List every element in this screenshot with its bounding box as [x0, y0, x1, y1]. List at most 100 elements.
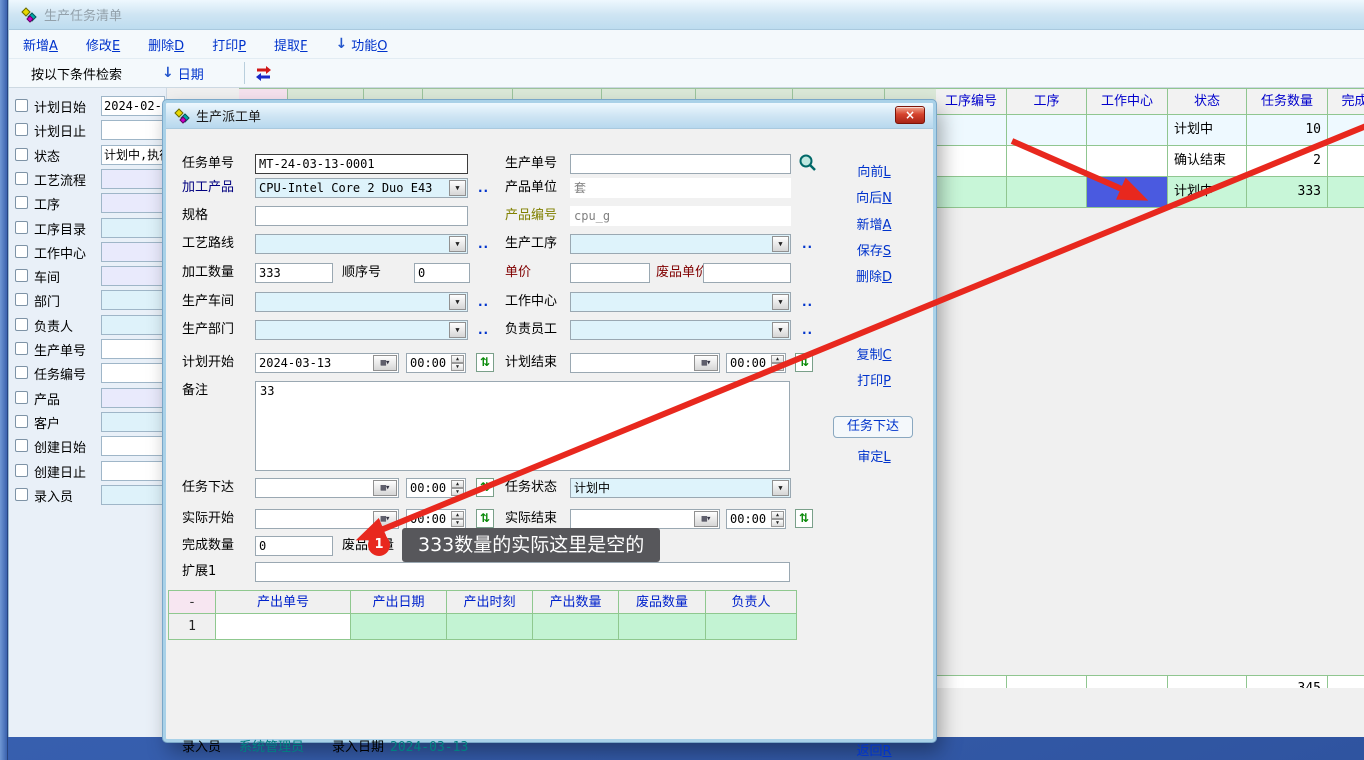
filter-input[interactable]: [101, 169, 165, 189]
task-grid-cell[interactable]: [1087, 115, 1168, 146]
chevron-down-icon[interactable]: ▼: [772, 480, 789, 496]
plan_end-date-picker[interactable]: ▦▾: [570, 353, 720, 373]
task-grid-cell[interactable]: 确认结束: [1168, 146, 1247, 177]
calendar-dropdown-icon[interactable]: ▦▾: [694, 511, 718, 527]
task-grid-cell[interactable]: [936, 146, 1007, 177]
filter-input[interactable]: [101, 218, 165, 238]
filter-checkbox[interactable]: [15, 245, 28, 258]
side-link-9[interactable]: 审定L: [839, 446, 909, 465]
employee-combo[interactable]: ▼: [570, 320, 791, 340]
task-grid-cell[interactable]: 计划中: [1168, 115, 1247, 146]
task-grid-cell[interactable]: [1087, 146, 1168, 177]
refresh-icon[interactable]: ⇅: [476, 353, 494, 372]
close-button[interactable]: ×: [895, 106, 925, 124]
actual_start-time-spinner[interactable]: 00:00▲▼: [406, 509, 466, 529]
remark-textarea[interactable]: 33: [255, 381, 790, 471]
output-row-cell[interactable]: [351, 614, 447, 640]
refresh-icon[interactable]: ⇅: [795, 509, 813, 528]
lookup-dots[interactable]: ..: [478, 320, 489, 340]
filter-input[interactable]: [101, 242, 165, 262]
done_qty-input[interactable]: 0: [255, 536, 333, 556]
chevron-down-icon[interactable]: ▼: [449, 322, 466, 338]
selected-cell[interactable]: [1087, 177, 1168, 208]
filter-checkbox[interactable]: [15, 439, 28, 452]
task-grid-cell[interactable]: [1007, 115, 1087, 146]
route-combo[interactable]: ▼: [255, 234, 468, 254]
spinner-buttons[interactable]: ▲▼: [771, 511, 784, 527]
qty-input[interactable]: 333: [255, 263, 333, 283]
filter-input[interactable]: [101, 363, 165, 383]
task-grid-cell[interactable]: [1007, 177, 1087, 208]
spinner-buttons[interactable]: ▲▼: [451, 511, 464, 527]
task-dispatch-button[interactable]: 任务下达: [833, 416, 913, 438]
output-row-cell[interactable]: [619, 614, 706, 640]
filter-input[interactable]: 计划中,执行中: [101, 145, 165, 165]
filter-input[interactable]: [101, 193, 165, 213]
filter-checkbox[interactable]: [15, 366, 28, 379]
spin-down-icon[interactable]: ▼: [771, 363, 784, 371]
actual_start-date-picker[interactable]: ▦▾: [255, 509, 399, 529]
prod_process-combo[interactable]: ▼: [570, 234, 791, 254]
spin-down-icon[interactable]: ▼: [451, 363, 464, 371]
task-grid-cell[interactable]: [1328, 177, 1364, 208]
filter-input[interactable]: [101, 388, 165, 408]
calendar-dropdown-icon[interactable]: ▦▾: [373, 511, 397, 527]
chevron-down-icon[interactable]: ▼: [449, 294, 466, 310]
spinner-buttons[interactable]: ▲▼: [451, 480, 464, 496]
filter-checkbox[interactable]: [15, 123, 28, 136]
swap-arrows-icon[interactable]: [255, 65, 272, 82]
filter-input[interactable]: [101, 266, 165, 286]
lookup-dots[interactable]: ..: [802, 234, 813, 254]
spin-down-icon[interactable]: ▼: [771, 519, 784, 527]
menu-item[interactable]: ↓功能O: [336, 35, 388, 54]
spin-down-icon[interactable]: ▼: [451, 488, 464, 496]
spinner-buttons[interactable]: ▲▼: [451, 355, 464, 371]
task-grid-cell[interactable]: [936, 115, 1007, 146]
scrap_price-input[interactable]: [703, 263, 791, 283]
task-grid-cell[interactable]: [1328, 115, 1364, 146]
unit-input[interactable]: 套: [570, 178, 791, 198]
ext1-input[interactable]: [255, 562, 790, 582]
side-link-3[interactable]: 新增A: [839, 214, 909, 233]
spinner-buttons[interactable]: ▲▼: [771, 355, 784, 371]
side-link-2[interactable]: 向后N: [839, 187, 909, 206]
filter-input[interactable]: [101, 461, 165, 481]
filter-input[interactable]: [101, 120, 165, 140]
lookup-dots[interactable]: ..: [802, 292, 813, 312]
spin-up-icon[interactable]: ▲: [771, 511, 784, 519]
workshop-combo[interactable]: ▼: [255, 292, 468, 312]
task-grid-cell[interactable]: [1328, 146, 1364, 177]
task-grid-cell[interactable]: 333: [1247, 177, 1328, 208]
menu-item[interactable]: 修改E: [86, 35, 120, 54]
filter-input[interactable]: 2024-02-12: [101, 96, 165, 116]
side-link-7[interactable]: 打印P: [839, 370, 909, 389]
filter-checkbox[interactable]: [15, 464, 28, 477]
menu-item[interactable]: 新增A: [23, 35, 58, 54]
dispatch-time-spinner[interactable]: 00:00▲▼: [406, 478, 466, 498]
actual_end-time-spinner[interactable]: 00:00▲▼: [726, 509, 786, 529]
side-link-4[interactable]: 保存S: [839, 240, 909, 259]
chevron-down-icon[interactable]: ▼: [772, 236, 789, 252]
actual_end-date-picker[interactable]: ▦▾: [570, 509, 720, 529]
task-grid-cell[interactable]: 2: [1247, 146, 1328, 177]
task-grid-cell[interactable]: [936, 177, 1007, 208]
filter-checkbox[interactable]: [15, 196, 28, 209]
spin-down-icon[interactable]: ▼: [451, 519, 464, 527]
calendar-dropdown-icon[interactable]: ▦▾: [373, 480, 397, 496]
filter-checkbox[interactable]: [15, 172, 28, 185]
lookup-dots[interactable]: ..: [802, 320, 813, 340]
menu-item[interactable]: 提取F: [274, 35, 308, 54]
filter-checkbox[interactable]: [15, 391, 28, 404]
filter-checkbox[interactable]: [15, 269, 28, 282]
filter-input[interactable]: [101, 436, 165, 456]
side-link-6[interactable]: 复制C: [839, 344, 909, 363]
date-filter-button[interactable]: ↓ 日期: [162, 64, 204, 83]
refresh-icon[interactable]: ⇅: [476, 509, 494, 528]
side-link-1[interactable]: 向前L: [839, 161, 909, 180]
filter-checkbox[interactable]: [15, 318, 28, 331]
lookup-dots[interactable]: ..: [478, 178, 489, 198]
filter-input[interactable]: [101, 315, 165, 335]
spin-up-icon[interactable]: ▲: [451, 511, 464, 519]
task-grid-cell[interactable]: [1007, 146, 1087, 177]
refresh-icon[interactable]: ⇅: [795, 353, 813, 372]
